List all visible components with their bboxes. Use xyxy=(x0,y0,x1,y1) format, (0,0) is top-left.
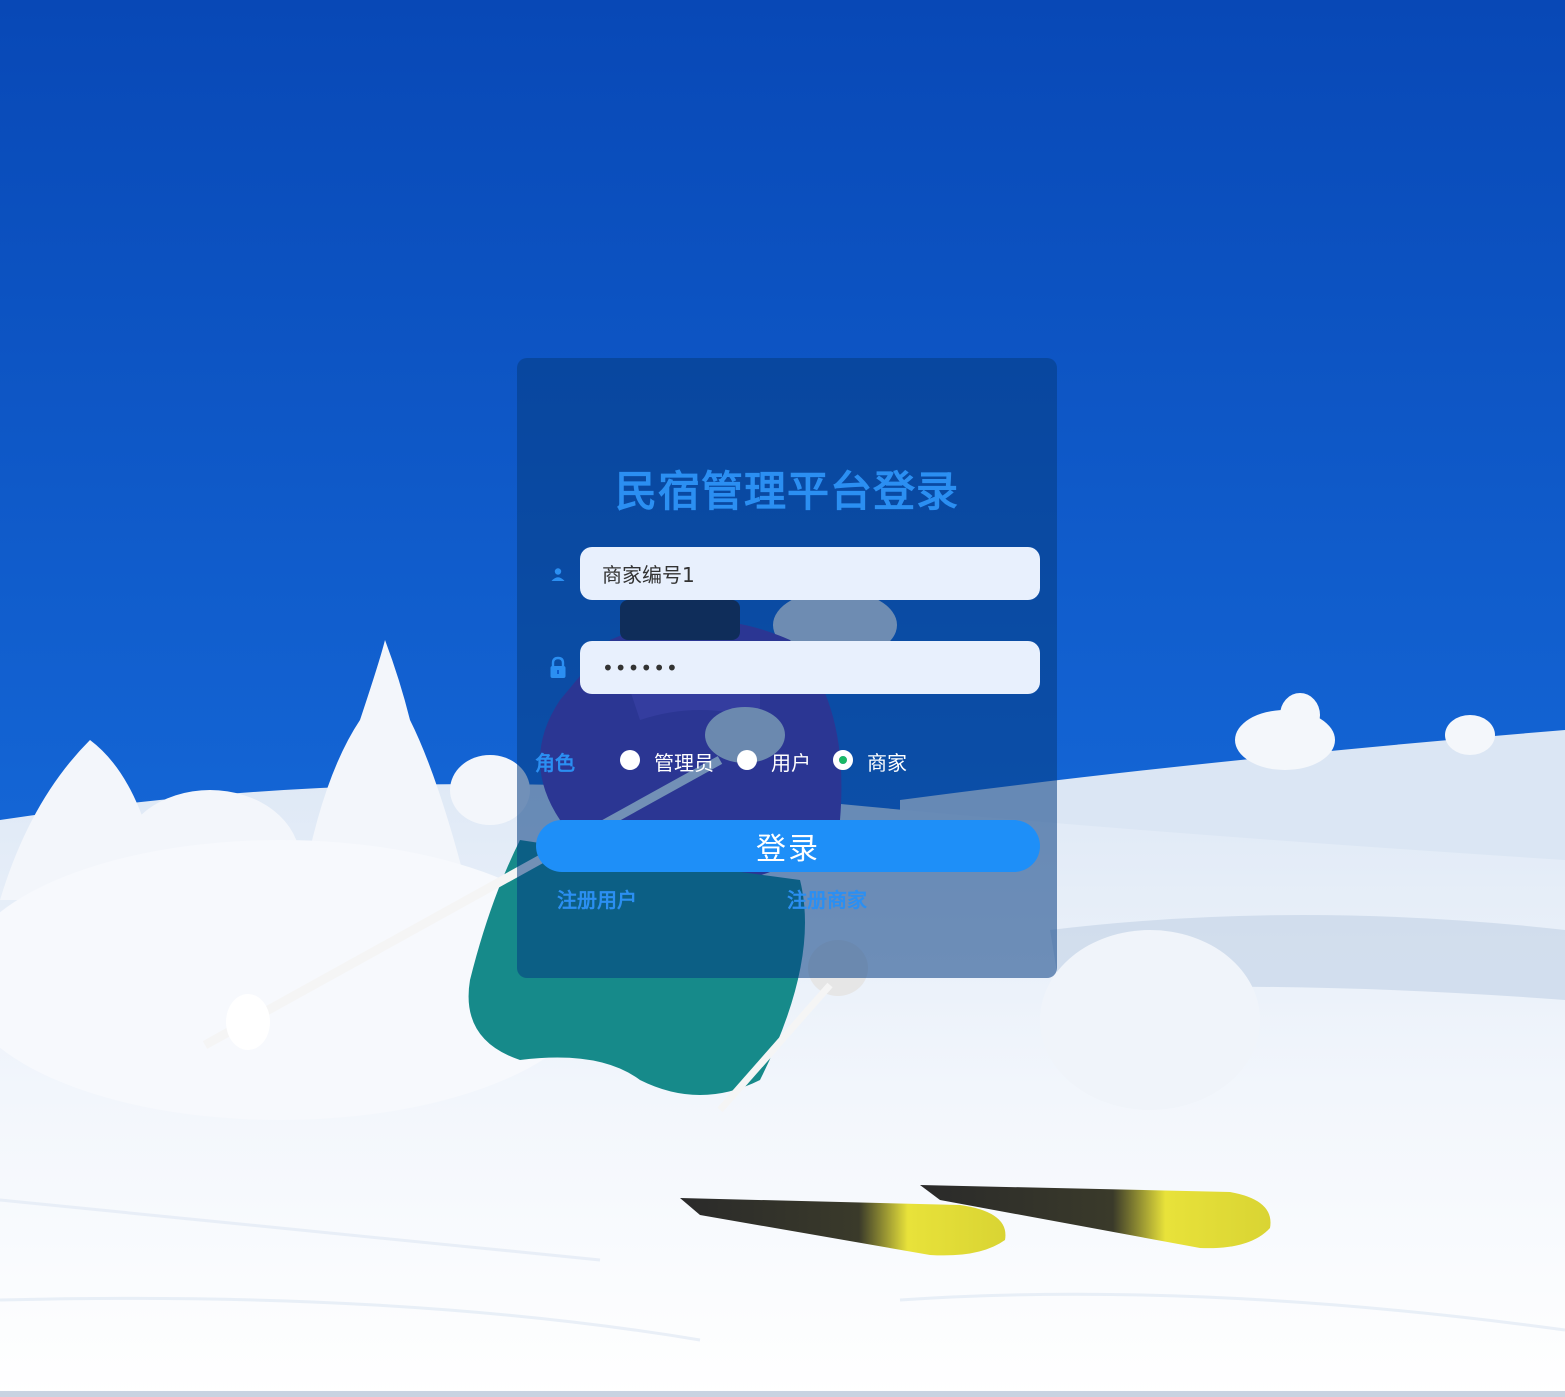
bottom-border xyxy=(0,1391,1565,1397)
radio-merchant-label[interactable]: 商家 xyxy=(867,747,907,776)
radio-user[interactable] xyxy=(737,750,757,770)
radio-admin-label[interactable]: 管理员 xyxy=(654,747,714,776)
login-page: 民宿管理平台登录 角色 管理员 用户 商家 登录 注册用户 注册商家 xyxy=(0,0,1565,1397)
password-input[interactable] xyxy=(580,641,1040,694)
radio-user-label[interactable]: 用户 xyxy=(771,747,811,776)
user-icon xyxy=(551,568,565,581)
username-input[interactable] xyxy=(580,547,1040,600)
radio-admin[interactable] xyxy=(620,750,640,770)
lock-icon xyxy=(550,656,566,678)
role-selector: 角色 管理员 用户 商家 xyxy=(535,745,1035,777)
page-title: 民宿管理平台登录 xyxy=(614,467,959,516)
role-label: 角色 xyxy=(535,751,575,775)
radio-merchant[interactable] xyxy=(833,750,853,770)
register-user-link[interactable]: 注册用户 xyxy=(557,884,637,913)
register-merchant-link[interactable]: 注册商家 xyxy=(787,884,867,913)
login-button[interactable]: 登录 xyxy=(536,820,1040,872)
